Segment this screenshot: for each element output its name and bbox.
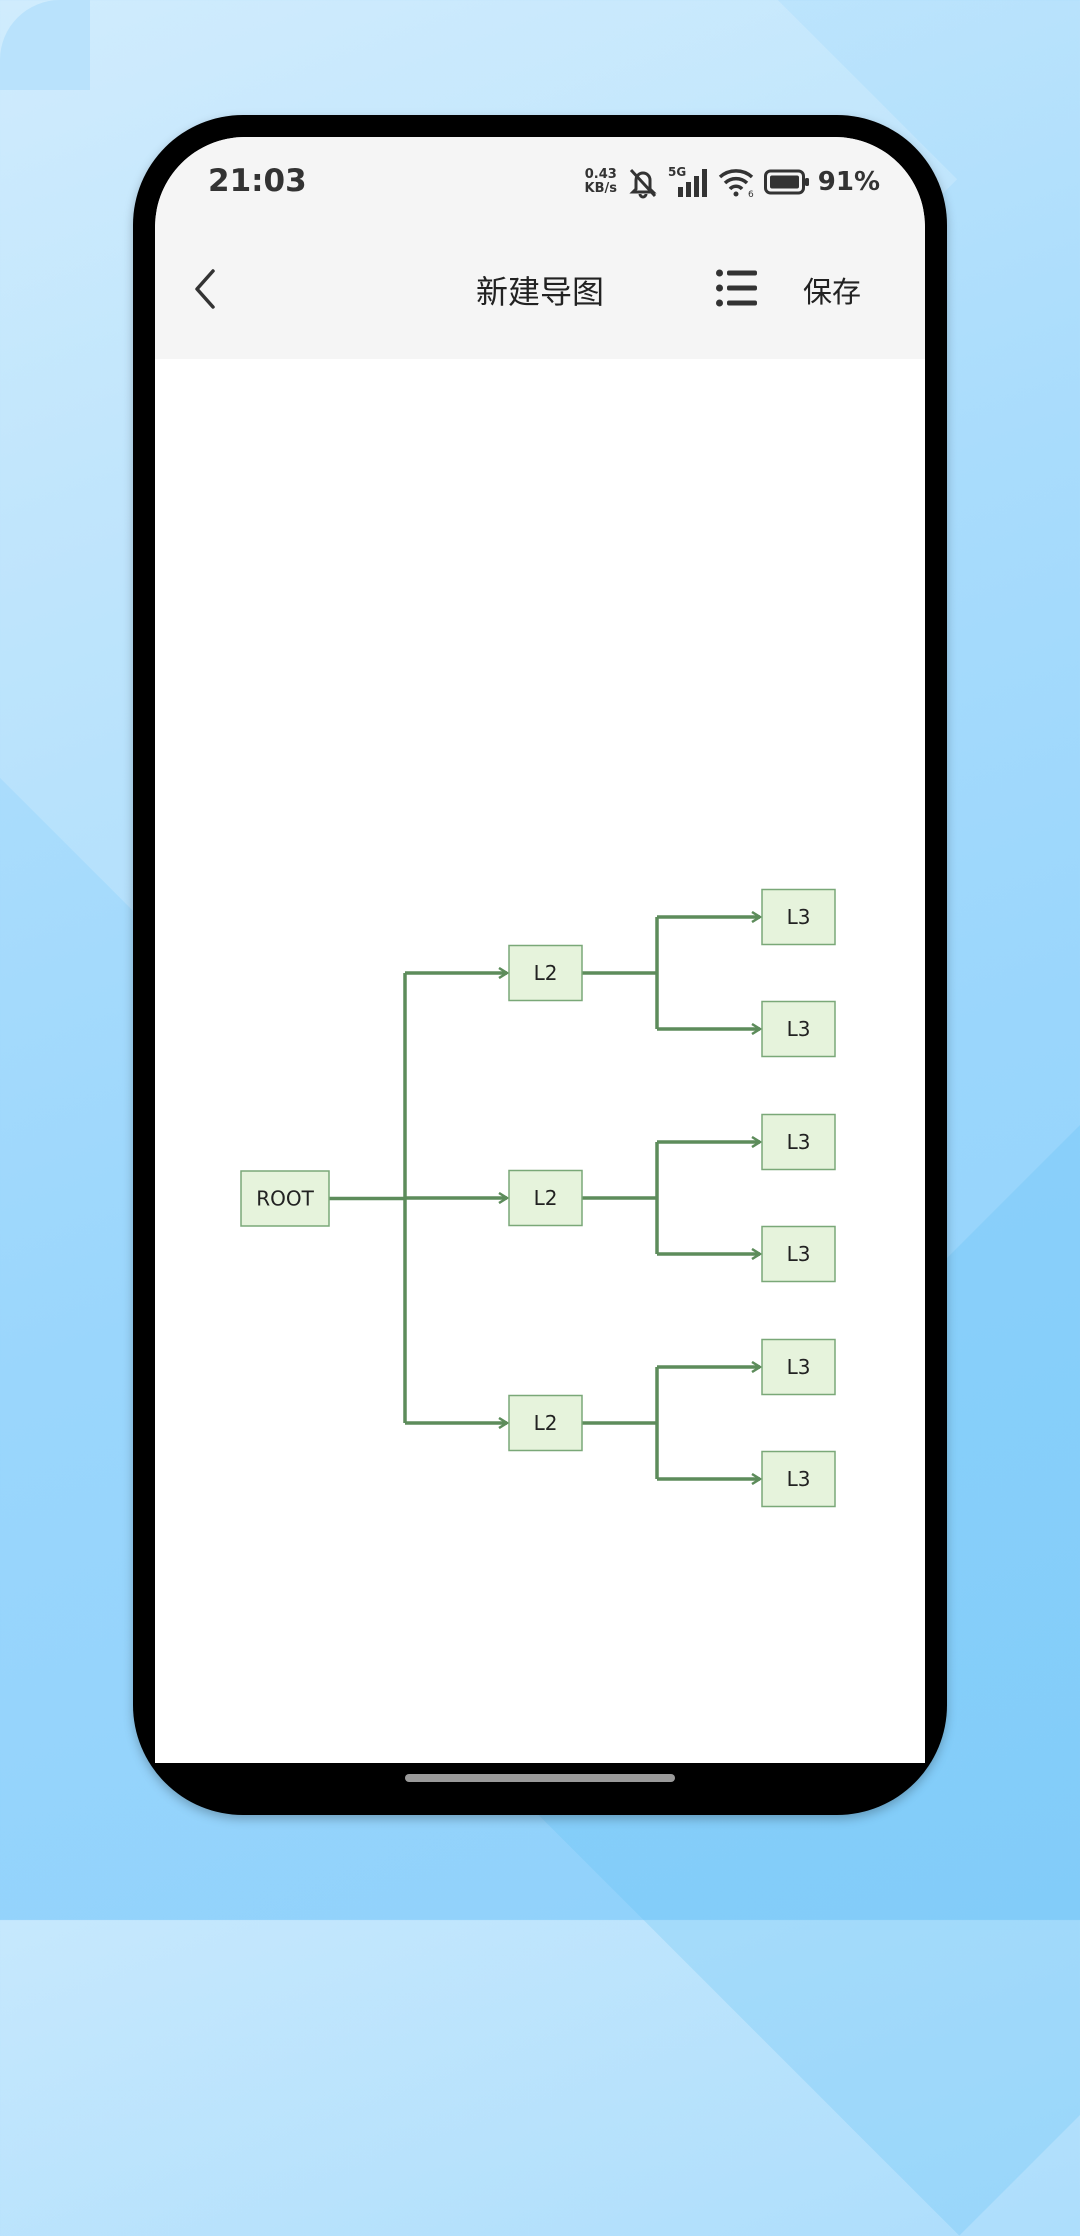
background-corner <box>0 0 90 90</box>
list-icon <box>716 269 757 307</box>
level3-node-label: L3 <box>787 905 811 929</box>
status-time: 21:03 <box>208 163 307 199</box>
mute-bell-icon <box>629 168 657 199</box>
battery-percent: 91% <box>817 167 880 197</box>
wifi-icon: 6 <box>718 169 754 199</box>
network-speed-value: 0.43 <box>584 167 617 182</box>
level2-node-label: L2 <box>534 1186 558 1210</box>
level3-node-label: L3 <box>787 1130 811 1154</box>
svg-text:6: 6 <box>748 190 754 199</box>
save-button[interactable]: 保存 <box>803 269 861 311</box>
outline-menu-button[interactable] <box>715 267 759 311</box>
level3-node-label: L3 <box>787 1355 811 1379</box>
level3-node-label: L3 <box>787 1017 811 1041</box>
level3-node-label: L3 <box>787 1242 811 1266</box>
status-icons: 0.43 KB/s 5G 6 91% <box>584 159 880 205</box>
network-speed: 0.43 KB/s <box>584 168 618 196</box>
phone-frame: 21:03 0.43 KB/s 5G 6 91% 新建导图 保存 ROOT L2… <box>133 115 947 1815</box>
signal-5g-icon: 5G <box>668 165 707 197</box>
root-node-label: ROOT <box>256 1187 314 1211</box>
battery-icon <box>763 169 809 195</box>
level2-node-label: L2 <box>534 961 558 985</box>
home-indicator[interactable] <box>405 1774 675 1782</box>
phone-screen: 21:03 0.43 KB/s 5G 6 91% 新建导图 保存 ROOT L2… <box>155 137 925 1763</box>
network-speed-unit: KB/s <box>584 181 617 196</box>
mindmap-canvas[interactable]: ROOT L2 L3 L3 L2 L3 L3 L2 L3 L3 <box>155 359 925 1763</box>
level2-node-label: L2 <box>534 1411 558 1435</box>
level3-node-label: L3 <box>787 1467 811 1491</box>
signal-5g-label: 5G <box>668 165 686 179</box>
